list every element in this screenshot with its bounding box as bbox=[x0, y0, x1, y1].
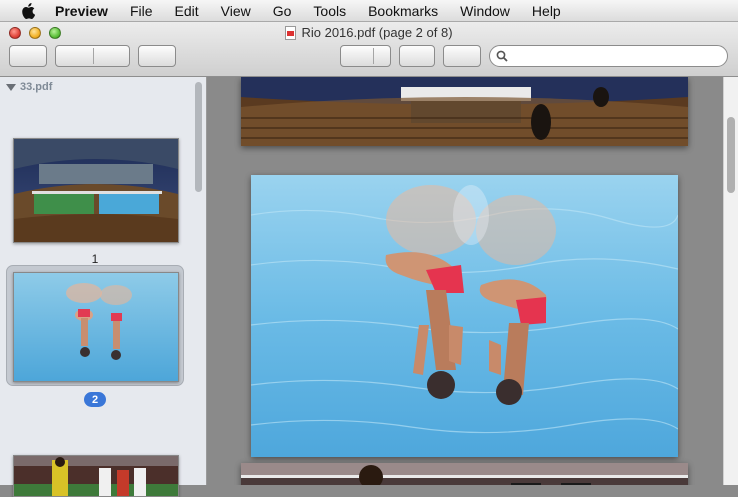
menu-tools[interactable]: Tools bbox=[302, 3, 357, 19]
stadium-page-image bbox=[241, 77, 688, 146]
menu-view[interactable]: View bbox=[210, 3, 262, 19]
page-1-partial bbox=[241, 77, 688, 146]
sidebar-document-name: 33.pdf bbox=[20, 81, 53, 93]
page-3-partial bbox=[241, 463, 688, 485]
stadium-thumbnail-image bbox=[14, 139, 178, 242]
page-thumbnail-3[interactable] bbox=[13, 455, 179, 497]
search-icon bbox=[496, 50, 508, 62]
page-thumbnail-2[interactable] bbox=[13, 272, 179, 382]
sidebar-scrollbar[interactable] bbox=[195, 82, 202, 192]
menu-file[interactable]: File bbox=[119, 3, 164, 19]
menu-window[interactable]: Window bbox=[449, 3, 521, 19]
page-number-2-badge: 2 bbox=[84, 392, 106, 407]
document-view[interactable] bbox=[207, 77, 738, 485]
search-input[interactable] bbox=[512, 48, 721, 66]
thumbnail-sidebar: 33.pdf 1 2 bbox=[0, 77, 207, 497]
segment-divider bbox=[373, 48, 374, 64]
page-number-1: 1 bbox=[91, 252, 99, 266]
menu-app-preview[interactable]: Preview bbox=[51, 3, 119, 19]
menu-bookmarks[interactable]: Bookmarks bbox=[357, 3, 449, 19]
menu-bar: Preview File Edit View Go Tools Bookmark… bbox=[0, 0, 738, 22]
edit-tools-segmented-control[interactable] bbox=[340, 45, 391, 67]
pdf-document-icon bbox=[285, 25, 297, 40]
share-button[interactable] bbox=[138, 45, 176, 67]
segment-divider bbox=[93, 48, 94, 64]
sidebar-document-header[interactable]: 33.pdf bbox=[6, 81, 52, 93]
menu-help[interactable]: Help bbox=[521, 3, 572, 19]
window-title-text: Rio 2016.pdf (page 2 of 8) bbox=[301, 25, 453, 40]
search-field[interactable] bbox=[489, 45, 728, 67]
document-scrollbar-thumb[interactable] bbox=[727, 117, 735, 193]
preview-window: Rio 2016.pdf (page 2 of 8) 33.pdf 1 2 bbox=[0, 22, 738, 497]
menu-go[interactable]: Go bbox=[262, 3, 303, 19]
swimmers-thumbnail-image bbox=[14, 273, 178, 381]
rotate-button[interactable] bbox=[399, 45, 435, 67]
sprinters-thumbnail-image bbox=[14, 456, 178, 496]
window-title: Rio 2016.pdf (page 2 of 8) bbox=[0, 25, 738, 40]
sprinters-page-image bbox=[241, 463, 688, 485]
zoom-segmented-control[interactable] bbox=[55, 45, 130, 67]
menu-edit[interactable]: Edit bbox=[164, 3, 210, 19]
swimmers-page-image bbox=[251, 175, 678, 457]
sidebar-toggle-button[interactable] bbox=[9, 45, 47, 67]
apple-menu-icon[interactable] bbox=[17, 2, 39, 19]
title-bar: Rio 2016.pdf (page 2 of 8) bbox=[0, 22, 738, 77]
markup-button[interactable] bbox=[443, 45, 481, 67]
page-2 bbox=[251, 175, 678, 457]
disclosure-triangle-icon[interactable] bbox=[6, 83, 16, 91]
page-thumbnail-1[interactable] bbox=[13, 138, 179, 243]
